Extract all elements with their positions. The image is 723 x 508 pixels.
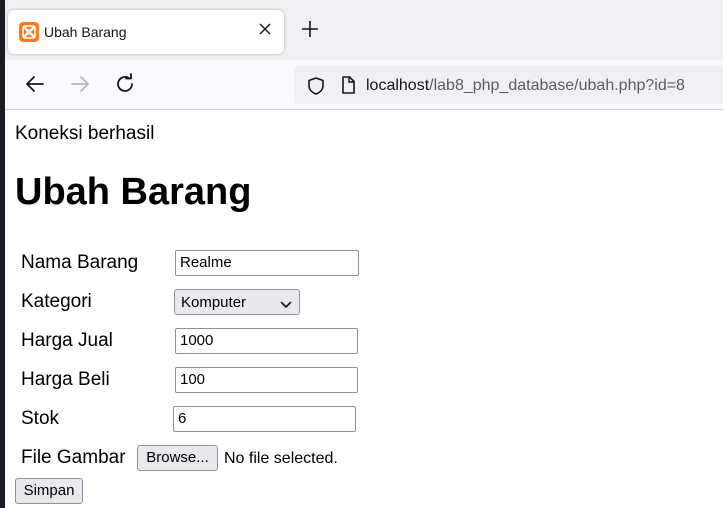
page-title: Ubah Barang — [15, 171, 252, 213]
page-icon[interactable] — [338, 75, 358, 100]
reload-icon[interactable] — [113, 72, 139, 98]
simpan-button[interactable]: Simpan — [15, 478, 83, 504]
kategori-select[interactable]: Komputer — [174, 289, 300, 315]
nama-barang-input[interactable]: Realme — [175, 250, 359, 276]
tab-strip: Ubah Barang — [0, 0, 723, 60]
nama-barang-label: Nama Barang — [21, 252, 139, 273]
browse-button[interactable]: Browse... — [137, 445, 218, 471]
harga-beli-label: Harga Beli — [21, 369, 110, 390]
navigation-bar: localhost/lab8_php_database/ubah.php?id=… — [5, 60, 723, 110]
forward-arrow-icon[interactable] — [68, 72, 94, 98]
file-status: No file selected. — [224, 450, 338, 467]
stok-input[interactable]: 6 — [173, 406, 356, 432]
close-icon[interactable] — [256, 22, 274, 40]
connection-status: Koneksi berhasil — [15, 123, 155, 144]
kategori-label: Kategori — [21, 291, 92, 312]
harga-jual-label: Harga Jual — [21, 330, 113, 351]
harga-jual-input[interactable]: 1000 — [175, 328, 358, 354]
file-gambar-label: File Gambar — [21, 447, 126, 468]
url-bar[interactable]: localhost/lab8_php_database/ubah.php?id=… — [294, 66, 723, 104]
tab-title: Ubah Barang — [44, 24, 127, 40]
xampp-icon — [19, 22, 39, 42]
url-host: localhost — [366, 77, 430, 94]
page-content: Koneksi berhasil Ubah Barang Nama Barang… — [5, 111, 723, 508]
stok-label: Stok — [21, 408, 60, 429]
chevron-down-icon — [280, 297, 292, 314]
kategori-selected: Komputer — [181, 294, 247, 311]
back-arrow-icon[interactable] — [23, 72, 49, 98]
shield-icon[interactable] — [306, 76, 326, 101]
browser-tab[interactable]: Ubah Barang — [8, 10, 284, 54]
url-text[interactable]: localhost/lab8_php_database/ubah.php?id=… — [366, 77, 685, 95]
plus-icon[interactable] — [298, 20, 322, 44]
harga-beli-input[interactable]: 100 — [175, 367, 358, 393]
url-path: /lab8_php_database/ubah.php?id=8 — [429, 77, 685, 94]
